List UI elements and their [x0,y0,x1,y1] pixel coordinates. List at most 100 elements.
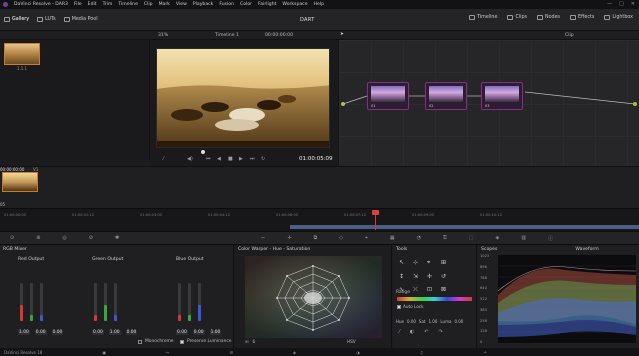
warper-grid-value[interactable]: 6 [253,339,256,344]
undo-icon[interactable]: ↶ [424,329,428,335]
warper-mesh[interactable] [235,254,392,338]
timeline-button[interactable]: Timeline [469,15,497,20]
3d-icon[interactable]: ◈ [496,235,500,241]
effects-button[interactable]: Effects [570,15,594,20]
rewind-icon[interactable]: ◀ [217,156,221,162]
menu-timeline[interactable]: Timeline [118,2,138,7]
value-g[interactable]: 0.00 [34,330,47,335]
lightbox-button[interactable]: Lightbox [604,15,633,20]
sat-value[interactable]: 1.00 [428,319,437,324]
media-pool-button[interactable]: Media Pool [63,17,98,22]
rgb-mixer-icon[interactable]: ⊕ [36,235,40,241]
sizing-icon[interactable]: ⬚ [469,235,474,241]
node-mode-selector[interactable]: Clip [565,33,574,38]
warper-hsv[interactable]: HSV [347,339,356,344]
green-slider[interactable] [30,283,33,321]
edit-page-icon[interactable]: ☰ [229,350,233,355]
window-icon[interactable]: ◇ [339,235,343,241]
volume-icon[interactable]: ◀) [187,156,193,162]
grid-tool-icon[interactable]: ⊞ [441,259,455,267]
luma-value[interactable]: 0.00 [454,319,463,324]
color-warper-icon[interactable]: ✛ [287,235,291,241]
deliver-page-icon[interactable]: ⬏ [483,350,486,355]
value-b[interactable]: 0.00 [51,330,64,335]
menu-trim[interactable]: Trim [103,2,113,7]
pointer-icon[interactable]: ➤ [340,32,344,37]
pin-tool-icon[interactable]: ⊹ [413,259,427,267]
qualifier-icon[interactable]: ⧉ [314,235,318,241]
fairlight-page-icon[interactable]: ♫ [420,350,424,355]
red-slider[interactable] [20,283,23,321]
magic-mask-icon[interactable]: ▦ [390,235,395,241]
playhead-handle[interactable] [372,210,379,215]
color-page-icon[interactable]: ◑ [356,350,360,355]
blur-icon[interactable]: ◔ [417,235,421,241]
redo-icon[interactable]: ↷ [438,329,442,335]
cut-page-icon[interactable]: ✂ [166,350,169,355]
preserve-luminance-option[interactable]: Preserve Luminance [180,339,232,344]
expand-tool-icon[interactable]: ✢ [427,273,441,280]
menu-playback[interactable]: Playback [193,2,214,7]
timeline-selector[interactable]: Timeline 1 [215,33,239,38]
luts-button[interactable]: LUTs [37,17,56,22]
menu-file[interactable]: File [74,2,82,7]
red-slider[interactable] [94,283,97,321]
pinch-tool-icon[interactable]: ⤫ [413,286,427,294]
camera-raw-icon[interactable]: ⊘ [89,235,93,241]
value-b[interactable]: 1.00 [209,330,222,335]
node-02[interactable]: 02 [425,82,467,110]
eyedropper-icon[interactable]: ⁄ [399,329,400,335]
close-icon[interactable]: ✕ [631,1,635,7]
red-slider[interactable] [178,283,181,321]
reset-tool-icon[interactable]: ↺ [441,273,455,280]
picker-icon[interactable]: ⁄ [163,156,164,162]
blue-slider[interactable] [198,283,201,321]
select-tool-icon[interactable]: ↖ [399,259,413,267]
menu-fairlight[interactable]: Fairlight [258,2,276,7]
unlock-tool-icon[interactable]: ⊠ [441,286,455,294]
menu-clip[interactable]: Clip [144,2,153,7]
node-03[interactable]: 03 [481,82,523,110]
menu-edit[interactable]: Edit [88,2,97,7]
menu-help[interactable]: Help [314,2,324,7]
blue-slider[interactable] [40,283,43,321]
hue-range-bar[interactable] [397,297,472,301]
invert-icon[interactable]: ◐ [410,329,414,335]
auto-lock-option[interactable]: Auto Lock [397,304,424,309]
play-icon[interactable]: ▶ [239,156,243,162]
nodes-button[interactable]: Nodes [537,15,560,20]
menu-fusion[interactable]: Fusion [219,2,234,7]
curves-icon[interactable]: ⌐ [261,235,265,241]
zoom-level[interactable]: 31% [158,33,168,38]
menu-color[interactable]: Color [240,2,252,7]
preserve-checkbox[interactable] [180,339,184,344]
value-r[interactable]: 0.00 [92,330,104,335]
tracker-icon[interactable]: ⌖ [365,235,368,241]
range-tool-icon[interactable]: ⌖ [427,259,441,267]
auto-lock-checkbox[interactable] [397,304,401,309]
fusion-page-icon[interactable]: ◈ [293,350,296,355]
menu-view[interactable]: View [176,2,187,7]
warper-grid-icon[interactable]: ⊞ [245,339,249,344]
scopes-icon[interactable]: ▥ [521,235,526,241]
motion-effects-icon[interactable]: ◎ [62,235,66,241]
menu-mark[interactable]: Mark [159,2,170,7]
lock-tool-icon[interactable]: ⊡ [427,286,441,294]
value-g[interactable]: 0.00 [192,330,205,335]
gallery-still[interactable] [4,43,40,65]
menu-workspace[interactable]: Workspace [282,2,307,7]
drag-tool-icon[interactable]: ⇲ [413,273,427,280]
clip-thumbnail[interactable] [2,172,38,192]
skip-end-icon[interactable]: ⏭ [250,156,255,162]
gallery-button[interactable]: Gallery [4,17,29,22]
blue-slider[interactable] [114,283,117,321]
value-r[interactable]: 1.00 [18,330,30,335]
node-01[interactable]: 01 [367,82,409,110]
clips-button[interactable]: Clips [507,15,527,20]
media-page-icon[interactable]: ▣ [102,350,106,355]
info-icon[interactable]: ⓘ [548,235,553,242]
hue-value[interactable]: 0.00 [407,319,416,324]
value-g[interactable]: 1.00 [108,330,121,335]
green-slider[interactable] [104,283,107,321]
skip-start-icon[interactable]: ⏮ [206,156,211,162]
